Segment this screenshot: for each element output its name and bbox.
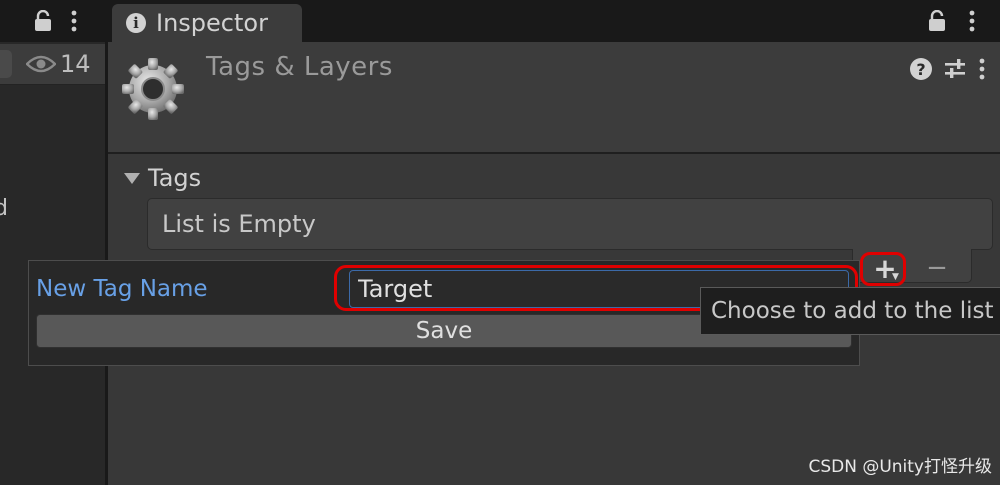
tags-foldout-label: Tags — [148, 164, 202, 192]
tags-foldout[interactable]: Tags — [124, 164, 201, 192]
preset-settings-icon[interactable] — [944, 58, 966, 80]
remove-tag-button[interactable]: − — [924, 253, 950, 283]
header-actions: ? — [910, 58, 986, 80]
hierarchy-toolbar-button[interactable] — [0, 50, 12, 78]
hierarchy-tab-bar — [0, 0, 106, 42]
tab-inspector[interactable]: i Inspector — [112, 4, 302, 42]
new-tag-name-label: New Tag Name — [36, 276, 208, 302]
tab-inspector-label: Inspector — [156, 9, 268, 37]
list-empty-text: List is Empty — [162, 210, 316, 238]
lock-icon[interactable] — [34, 10, 52, 32]
add-button-highlight — [860, 252, 906, 286]
foldout-arrow-icon — [124, 172, 140, 184]
hierarchy-item-text[interactable]: d — [0, 196, 8, 221]
header-title: Tags & Layers — [206, 52, 393, 82]
kebab-menu-icon[interactable] — [978, 58, 986, 80]
visibility-count-value: 14 — [60, 50, 91, 78]
gear-icon — [122, 58, 184, 120]
lock-icon[interactable] — [928, 10, 946, 32]
visibility-count[interactable]: 14 — [26, 50, 91, 78]
unity-editor: 14 d i Inspector Tags & Layers ? Tags Li… — [0, 0, 1000, 485]
kebab-menu-icon[interactable] — [968, 10, 976, 32]
info-icon: i — [126, 13, 146, 33]
tags-list: List is Empty — [147, 198, 993, 250]
kebab-menu-icon[interactable] — [70, 10, 78, 32]
tooltip-text: Choose to add to the list — [711, 298, 994, 324]
help-icon[interactable]: ? — [910, 58, 932, 80]
tooltip: Choose to add to the list — [700, 287, 1000, 335]
eye-icon — [26, 55, 56, 73]
watermark: CSDN @Unity打怪升级 — [808, 457, 992, 477]
